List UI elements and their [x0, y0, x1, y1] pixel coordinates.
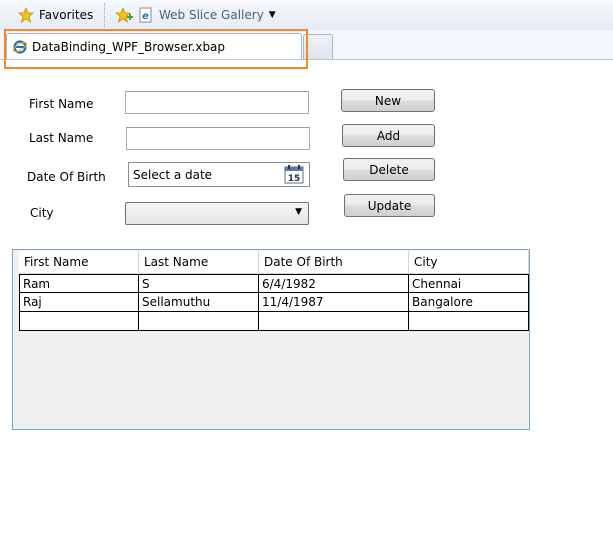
cell-last-name[interactable]: S [139, 274, 259, 293]
dob-placeholder: Select a date [133, 167, 213, 182]
cell-first-name[interactable] [19, 312, 139, 331]
svg-text:e: e [142, 11, 149, 22]
first-name-input[interactable] [125, 91, 309, 114]
favorites-label: Favorites [39, 8, 94, 22]
combo-arrow-icon: ▼ [295, 207, 302, 217]
dropdown-arrow-icon: ▼ [268, 10, 276, 20]
dob-datepicker[interactable]: Select a date 15 [128, 162, 310, 187]
cell-city[interactable]: Bangalore [409, 293, 529, 312]
cell-city[interactable]: Chennai [409, 274, 529, 293]
tab-active[interactable]: DataBinding_WPF_Browser.xbap [6, 33, 302, 59]
tab-title: DataBinding_WPF_Browser.xbap [32, 39, 226, 54]
people-datagrid[interactable]: First Name Last Name Date Of Birth City … [12, 249, 530, 430]
calendar-icon[interactable]: 15 [284, 165, 304, 184]
cell-first-name[interactable]: Ram [19, 274, 139, 293]
city-label: City [30, 206, 54, 220]
new-tab-button[interactable] [303, 34, 333, 59]
toolbar-separator [104, 3, 105, 27]
column-header-dob[interactable]: Date Of Birth [259, 251, 409, 274]
cell-first-name[interactable]: Raj [19, 293, 139, 312]
tab-strip: DataBinding_WPF_Browser.xbap [0, 30, 613, 60]
calendar-day-text: 15 [288, 174, 301, 184]
star-icon [18, 7, 34, 23]
cell-dob[interactable]: 11/4/1987 [259, 293, 409, 312]
new-button[interactable]: New [341, 89, 435, 112]
column-header-last-name[interactable]: Last Name [139, 251, 259, 274]
favorites-button[interactable]: Favorites [18, 0, 93, 30]
first-name-label: First Name [29, 97, 94, 111]
cell-city[interactable] [409, 312, 529, 331]
column-header-first-name[interactable]: First Name [19, 251, 139, 274]
last-name-input[interactable] [126, 127, 310, 150]
cell-dob[interactable] [259, 312, 409, 331]
add-to-favorites-bar-button[interactable] [115, 0, 133, 30]
web-slice-gallery-button[interactable]: e Web Slice Gallery ▼ [138, 0, 276, 30]
web-slice-gallery-label: Web Slice Gallery [159, 8, 264, 22]
add-button[interactable]: Add [342, 124, 435, 147]
column-header-city[interactable]: City [409, 251, 529, 274]
cell-last-name[interactable]: Sellamuthu [139, 293, 259, 312]
city-combobox[interactable]: ▼ [125, 202, 309, 225]
add-favorite-star-icon [115, 7, 133, 23]
ie-logo-icon [12, 39, 28, 54]
ie-page-icon: e [139, 7, 152, 23]
favorites-bar: Favorites e Web Slice Gallery ▼ [0, 0, 613, 31]
cell-dob[interactable]: 6/4/1982 [259, 274, 409, 293]
delete-button[interactable]: Delete [343, 158, 435, 181]
dob-label: Date Of Birth [27, 170, 106, 184]
update-button[interactable]: Update [344, 194, 435, 217]
last-name-label: Last Name [29, 131, 94, 145]
cell-last-name[interactable] [139, 312, 259, 331]
